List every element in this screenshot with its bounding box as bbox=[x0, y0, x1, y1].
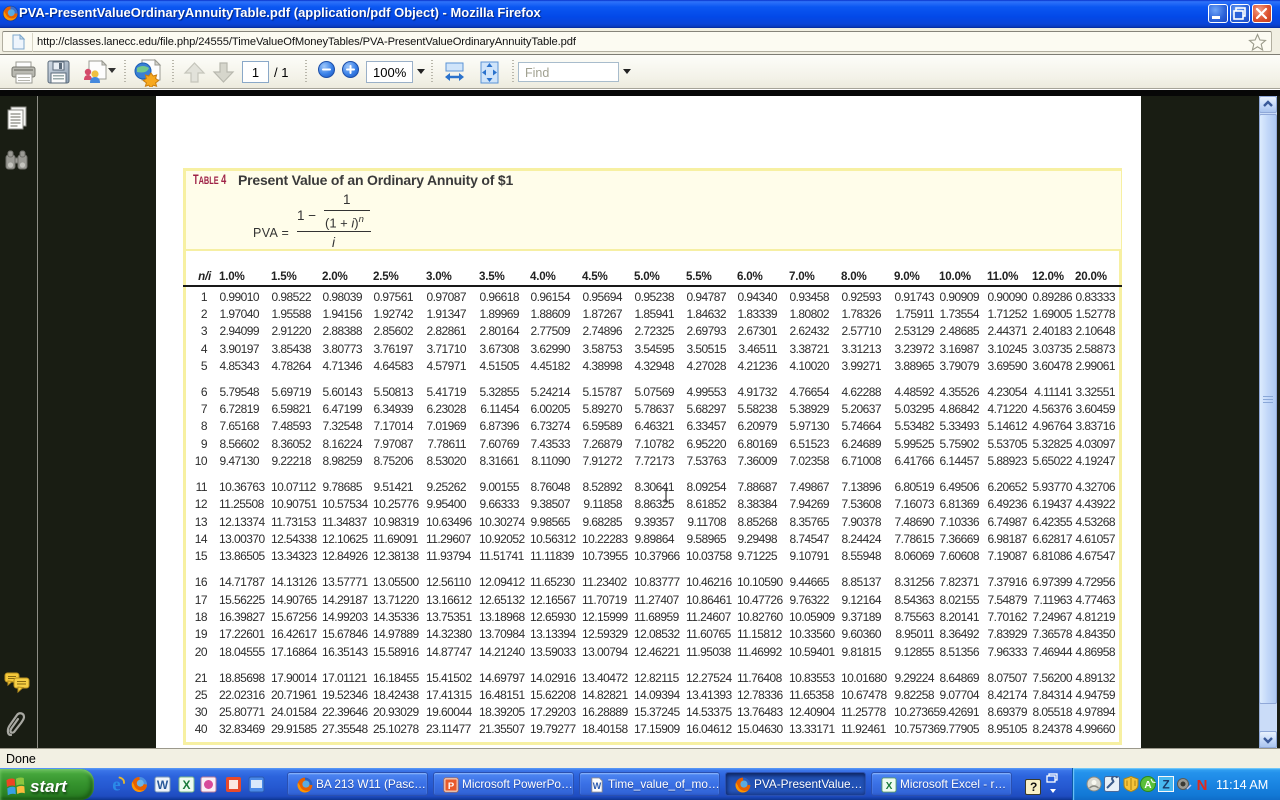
svg-text:X: X bbox=[886, 781, 893, 792]
svg-text:N: N bbox=[1197, 777, 1208, 792]
svg-text:P: P bbox=[448, 780, 454, 791]
svg-text:X: X bbox=[182, 778, 190, 792]
svg-text:e: e bbox=[112, 776, 120, 793]
svg-text:W: W bbox=[157, 778, 169, 792]
svg-text:A: A bbox=[1144, 780, 1151, 791]
svg-text:W: W bbox=[593, 781, 602, 791]
svg-text:Z: Z bbox=[1162, 778, 1169, 792]
